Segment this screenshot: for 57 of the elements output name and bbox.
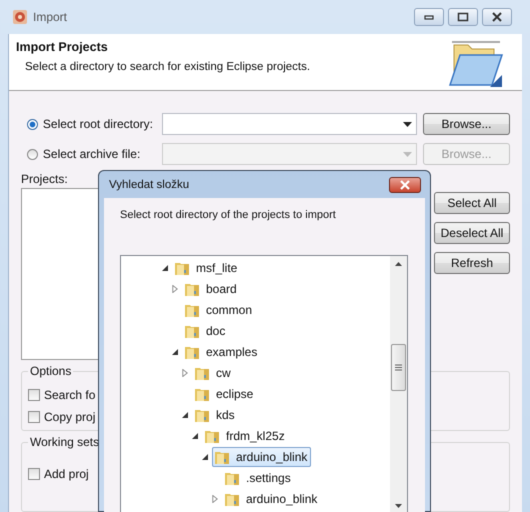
minimize-icon <box>423 13 435 21</box>
close-button[interactable] <box>482 8 512 26</box>
grip-icon <box>395 364 402 371</box>
expanded-arrow-icon <box>171 348 179 356</box>
radio-label: Select archive file: <box>42 147 142 161</box>
project-button[interactable]: Select All <box>434 192 510 214</box>
checkbox[interactable] <box>28 468 40 480</box>
browse-button[interactable]: Browse... <box>422 113 510 135</box>
page-title: Import Projects <box>16 40 109 54</box>
collapsed-arrow-icon <box>181 368 189 376</box>
maximize-button[interactable] <box>448 8 478 26</box>
group-title: Options <box>28 364 74 378</box>
folder-item[interactable]: common <box>182 300 256 320</box>
scroll-down-icon <box>395 504 402 508</box>
folder-item[interactable]: frdm_kl25z <box>202 426 289 446</box>
radio-button[interactable] <box>27 118 38 130</box>
checkbox[interactable] <box>28 389 40 401</box>
minimize-button[interactable] <box>414 8 444 26</box>
checkbox[interactable] <box>28 411 40 423</box>
folder-item[interactable]: board <box>182 278 241 298</box>
path-combo[interactable] <box>162 113 417 135</box>
project-button[interactable]: Deselect All <box>434 222 510 244</box>
vertical-scrollbar[interactable] <box>390 256 407 512</box>
dialog-title: Vyhledat složku <box>109 178 190 190</box>
folder-item[interactable]: arduino_blink <box>212 446 312 466</box>
folder-item[interactable]: .settings <box>222 468 295 488</box>
expanded-arrow-icon <box>161 264 169 272</box>
projects-label: Projects: <box>21 172 68 188</box>
app-icon <box>12 9 28 25</box>
close-icon <box>491 12 503 22</box>
page-description: Select a directory to search for existing Eclipse projects. <box>24 61 310 73</box>
checkbox-label: Add proj <box>44 467 89 481</box>
expanded-arrow-icon <box>181 410 189 418</box>
radio-label: Select root directory: <box>42 117 154 131</box>
expanded-arrow-icon <box>191 432 199 440</box>
folder-item[interactable]: doc <box>182 320 230 340</box>
dropdown-arrow-icon <box>402 152 412 156</box>
folder-item[interactable]: cw <box>192 362 235 382</box>
folder-item[interactable]: msf_lite <box>172 258 242 278</box>
maximize-icon <box>457 12 469 22</box>
dropdown-arrow-icon <box>402 122 412 126</box>
close-button[interactable] <box>389 176 421 192</box>
dialog-prompt: Select root directory of the projects to import <box>120 209 337 223</box>
collapsed-arrow-icon <box>171 284 179 292</box>
window-title: Import <box>33 10 68 24</box>
folder-item[interactable]: examples <box>182 342 262 362</box>
collapsed-arrow-icon <box>211 494 219 502</box>
folder-item[interactable]: kds <box>192 404 239 424</box>
close-icon <box>399 180 411 190</box>
scroll-thumb[interactable] <box>391 344 406 391</box>
expanded-arrow-icon <box>201 452 209 460</box>
folder-item[interactable]: arduino_blink <box>222 488 322 508</box>
project-button[interactable]: Refresh <box>434 252 510 274</box>
scroll-up-icon <box>395 262 402 266</box>
folder-item[interactable]: eclipse <box>192 384 258 404</box>
checkbox-label: Search fo <box>44 388 96 402</box>
checkbox-label: Copy proj <box>44 410 96 424</box>
